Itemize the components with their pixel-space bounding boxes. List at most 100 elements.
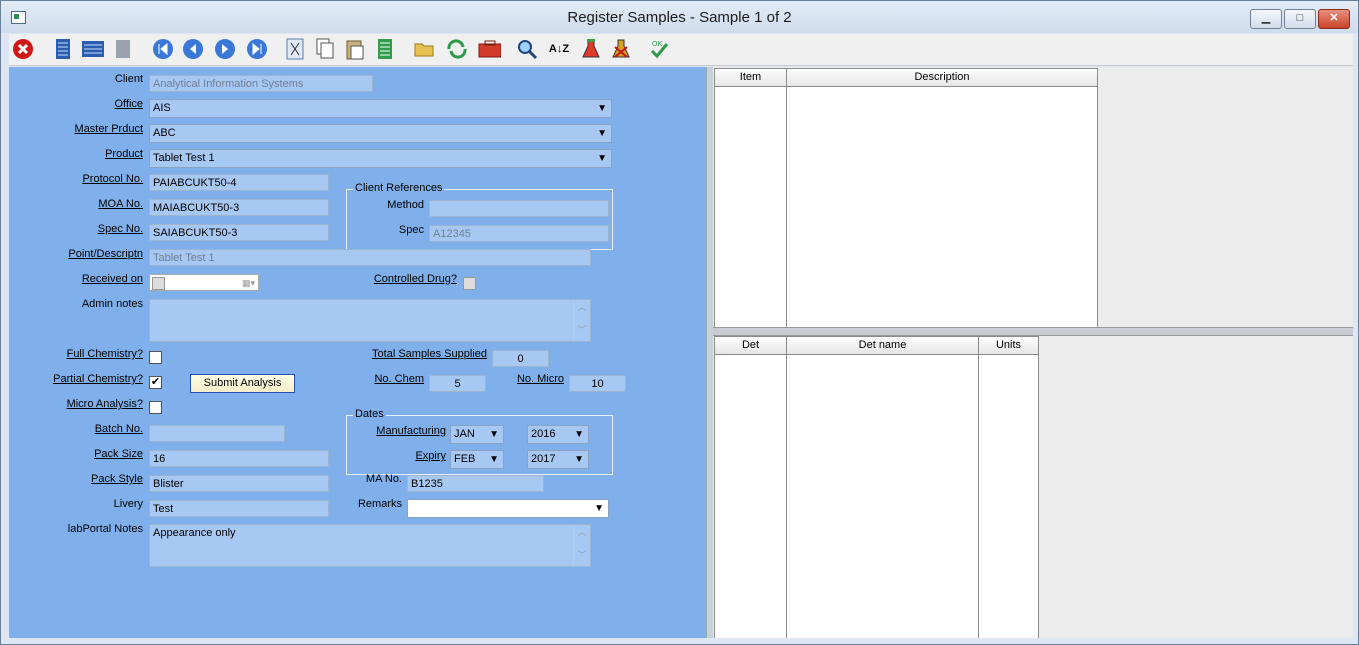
partial-chemistry-label: Partial Chemistry? <box>53 373 143 385</box>
refresh-icon[interactable] <box>445 37 469 61</box>
no-micro-field[interactable]: 10 <box>569 375 626 392</box>
spec-no-field[interactable]: SAIABCUKT50-3 <box>149 224 329 241</box>
open-folder-icon[interactable] <box>413 37 437 61</box>
expiry-year-select[interactable]: 2017 ▼ <box>527 450 589 469</box>
grid-header-units[interactable]: Units <box>978 336 1039 355</box>
det-column[interactable] <box>714 355 787 638</box>
title-bar: Register Samples - Sample 1 of 2 ▁ □ ✕ <box>1 1 1358 33</box>
moa-label: MOA No. <box>98 198 143 210</box>
manufacturing-year-select[interactable]: 2016 ▼ <box>527 425 589 444</box>
labportal-notes-label: labPortal Notes <box>67 523 143 535</box>
chevron-down-icon: ▼ <box>597 103 607 114</box>
remarks-select[interactable]: ▼ <box>407 499 609 518</box>
page-icon[interactable] <box>111 37 135 61</box>
admin-notes-field[interactable]: ︿ ﹀ <box>149 299 591 342</box>
window-title: Register Samples - Sample 1 of 2 <box>567 9 792 26</box>
chevron-down-icon: ▼ <box>574 429 584 440</box>
first-icon[interactable] <box>151 37 175 61</box>
micro-analysis-checkbox[interactable] <box>149 401 162 414</box>
grid-header-det[interactable]: Det <box>714 336 787 355</box>
close-window-button[interactable]: ✕ <box>1318 9 1350 29</box>
pack-style-field[interactable]: Blister <box>149 475 329 492</box>
manufacturing-month-value: JAN <box>454 428 475 440</box>
point-label: Point/Descriptn <box>68 248 143 260</box>
office-select[interactable]: AIS ▼ <box>149 99 612 118</box>
horizontal-splitter[interactable] <box>713 327 1353 336</box>
cut-icon[interactable] <box>283 37 307 61</box>
document-icon[interactable] <box>373 37 397 61</box>
prev-icon[interactable] <box>181 37 205 61</box>
livery-field[interactable]: Test <box>149 500 329 517</box>
maximize-button[interactable]: □ <box>1284 9 1316 29</box>
micro-analysis-label: Micro Analysis? <box>66 398 143 410</box>
last-icon[interactable] <box>245 37 269 61</box>
grid-header-description[interactable]: Description <box>786 68 1098 87</box>
moa-field[interactable]: MAIABCUKT50-3 <box>149 199 329 216</box>
controlled-drug-label: Controlled Drug? <box>373 273 457 285</box>
grid-icon[interactable] <box>81 37 105 61</box>
grid-header-item[interactable]: Item <box>714 68 787 87</box>
master-product-select[interactable]: ABC ▼ <box>149 124 612 143</box>
method-field[interactable] <box>429 200 609 217</box>
chevron-down-icon: ▼ <box>574 454 584 465</box>
spec-label: Spec <box>398 224 424 236</box>
labportal-notes-field[interactable]: Appearance only ︿ ﹀ <box>149 524 591 567</box>
ok-check-icon[interactable]: OK <box>647 37 671 61</box>
protocol-field[interactable]: PAIABCUKT50-4 <box>149 174 329 191</box>
grid-header-det-name[interactable]: Det name <box>786 336 979 355</box>
toolbox-icon[interactable] <box>477 37 501 61</box>
received-checkbox[interactable] <box>152 277 165 290</box>
next-icon[interactable] <box>213 37 237 61</box>
minimize-button[interactable]: ▁ <box>1250 9 1282 29</box>
pack-size-field[interactable]: 16 <box>149 450 329 467</box>
point-field[interactable]: Tablet Test 1 <box>149 249 591 266</box>
master-product-value: ABC <box>153 127 176 139</box>
copy-icon[interactable] <box>313 37 337 61</box>
expiry-year-value: 2017 <box>531 453 556 465</box>
scrollbar[interactable]: ︿ ﹀ <box>573 300 590 341</box>
batch-field[interactable] <box>149 425 285 442</box>
no-micro-label: No. Micro <box>516 373 564 385</box>
close-icon[interactable] <box>11 37 35 61</box>
manufacturing-month-select[interactable]: JAN ▼ <box>450 425 504 444</box>
total-samples-label: Total Samples Supplied <box>372 348 487 360</box>
flask-icon[interactable] <box>579 37 603 61</box>
product-select[interactable]: Tablet Test 1 ▼ <box>149 149 612 168</box>
units-column[interactable] <box>978 355 1039 638</box>
dates-label: Dates <box>353 408 386 420</box>
ma-no-field[interactable]: B1235 <box>407 475 544 492</box>
ma-no-label: MA No. <box>365 473 402 485</box>
paste-icon[interactable] <box>343 37 367 61</box>
office-value: AIS <box>153 102 171 114</box>
no-chem-label: No. Chem <box>374 373 424 385</box>
description-column[interactable] <box>786 87 1098 327</box>
item-column[interactable] <box>714 87 787 327</box>
office-label: Office <box>114 98 143 110</box>
partial-chemistry-checkbox[interactable]: ✔ <box>149 376 162 389</box>
calendar-icon[interactable]: ▦▾ <box>242 275 255 292</box>
toolbar: A↓Z OK <box>9 34 1353 66</box>
received-date-picker[interactable]: ▦▾ <box>149 274 259 291</box>
batch-label: Batch No. <box>94 423 143 435</box>
chevron-down-icon: ▼ <box>489 429 499 440</box>
total-samples-field[interactable]: 0 <box>492 350 549 367</box>
search-icon[interactable] <box>515 37 539 61</box>
expiry-month-select[interactable]: FEB ▼ <box>450 450 504 469</box>
product-label: Product <box>105 148 143 160</box>
scrollbar[interactable]: ︿ ﹀ <box>573 525 590 566</box>
submit-analysis-button[interactable]: Submit Analysis <box>190 374 295 393</box>
expiry-month-value: FEB <box>454 453 476 465</box>
product-value: Tablet Test 1 <box>153 152 215 164</box>
no-chem-field[interactable]: 5 <box>429 375 486 392</box>
sample-form-panel: Client Analytical Information Systems Of… <box>9 67 706 638</box>
flask-x-icon[interactable] <box>609 37 633 61</box>
expiry-label: Expiry <box>415 450 446 462</box>
controlled-drug-checkbox[interactable] <box>463 277 476 290</box>
list-icon[interactable] <box>51 37 75 61</box>
spec-field[interactable]: A12345 <box>429 225 609 242</box>
det-name-column[interactable] <box>786 355 979 638</box>
client-field[interactable]: Analytical Information Systems <box>149 75 373 92</box>
labportal-notes-value: Appearance only <box>153 527 236 539</box>
full-chemistry-checkbox[interactable] <box>149 351 162 364</box>
sort-az-icon[interactable]: A↓Z <box>547 37 571 61</box>
